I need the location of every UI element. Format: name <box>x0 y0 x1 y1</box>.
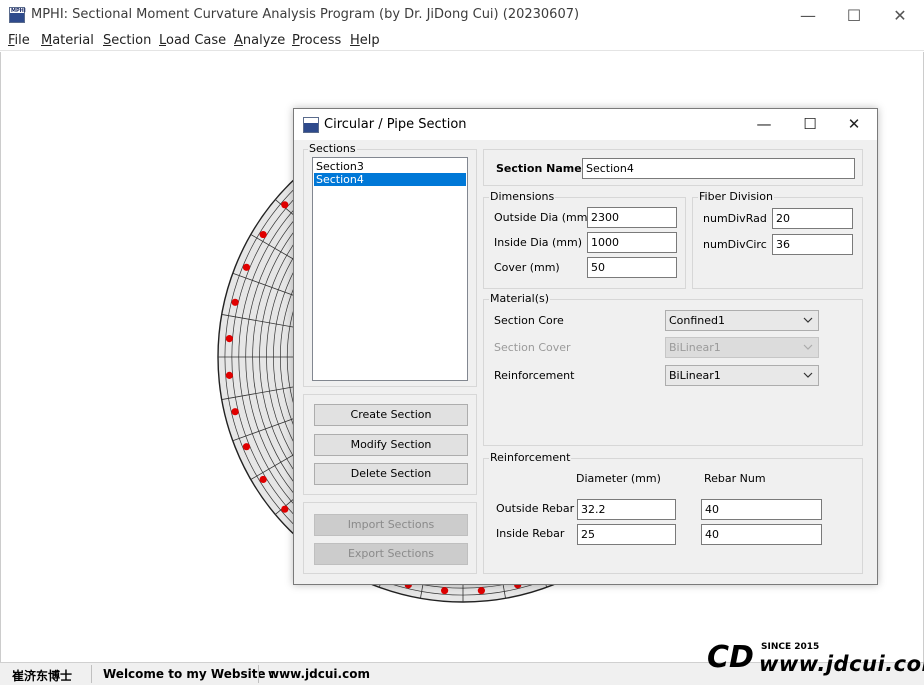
import-export-group: Import Sections Export Sections <box>303 502 477 574</box>
outside-rebar <box>225 371 233 379</box>
outside-rebar <box>259 475 267 484</box>
dialog-title: Circular / Pipe Section <box>324 117 467 132</box>
num-div-circ-label: numDivCirc <box>703 238 767 251</box>
menu-file[interactable]: File <box>8 33 30 48</box>
section-core-select[interactable]: Confined1 <box>665 310 819 331</box>
materials-group-label: Material(s) <box>489 292 551 305</box>
minimize-button[interactable]: — <box>785 0 831 31</box>
outside-rebar <box>441 587 449 595</box>
reinforcement-material-select[interactable]: BiLinear1 <box>665 365 819 386</box>
section-core-value: Confined1 <box>669 314 726 327</box>
outside-rebar-num-input[interactable]: 40 <box>701 499 822 520</box>
dimensions-group: Dimensions Outside Dia (mm) 2300 Inside … <box>483 190 686 289</box>
section-cover-select[interactable]: BiLinear1 <box>665 337 819 358</box>
sections-group-label: Sections <box>308 142 357 155</box>
status-separator <box>258 665 259 683</box>
section-actions-group: Create Section Modify Section Delete Sec… <box>303 394 477 495</box>
reinforcement-group-label: Reinforcement <box>489 451 572 464</box>
outside-rebar <box>242 263 251 271</box>
menu-process[interactable]: Process <box>292 33 341 48</box>
cover-input[interactable]: 50 <box>587 257 677 278</box>
outside-rebar <box>281 201 289 209</box>
close-button[interactable]: ✕ <box>877 0 923 31</box>
logo-since: SINCE 2015 <box>761 642 820 652</box>
inside-rebar-diameter-input[interactable]: 25 <box>577 524 676 545</box>
chevron-down-icon <box>803 372 813 378</box>
section-cover-label: Section Cover <box>494 341 571 354</box>
export-sections-button[interactable]: Export Sections <box>314 543 468 565</box>
create-section-button[interactable]: Create Section <box>314 404 468 426</box>
outside-rebar <box>231 408 239 416</box>
reinforcement-material-value: BiLinear1 <box>669 369 721 382</box>
delete-section-button[interactable]: Delete Section <box>314 463 468 485</box>
maximize-button[interactable]: ☐ <box>831 0 877 31</box>
list-item[interactable]: Section3 <box>314 160 466 173</box>
app-icon: MPHI <box>9 7 26 23</box>
outside-rebar <box>281 505 289 513</box>
inside-dia-input[interactable]: 1000 <box>587 232 677 253</box>
fiber-division-group: Fiber Division numDivRad 20 numDivCirc 3… <box>692 190 863 289</box>
import-sections-button[interactable]: Import Sections <box>314 514 468 536</box>
fiber-division-group-label: Fiber Division <box>698 190 774 203</box>
outside-rebar <box>259 230 267 239</box>
outside-rebar-diameter-input[interactable]: 32.2 <box>577 499 676 520</box>
menu-bar: File Material Section Load Case Analyze … <box>0 31 924 51</box>
menu-load-case[interactable]: Load Case <box>159 33 226 48</box>
outside-rebar <box>231 298 239 306</box>
status-welcome: Welcome to my Website : <box>103 667 275 681</box>
menu-material[interactable]: Material <box>41 33 94 48</box>
list-item-selected[interactable]: Section4 <box>314 173 466 186</box>
section-name-group: Section Name Section4 <box>483 149 863 186</box>
dialog-close-button[interactable]: ✕ <box>831 109 877 140</box>
menu-help[interactable]: Help <box>350 33 380 48</box>
section-name-label: Section Name <box>496 162 582 175</box>
dialog-title-bar: Circular / Pipe Section — ☐ ✕ <box>294 109 877 140</box>
outside-rebar-label: Outside Rebar <box>496 502 575 515</box>
outside-rebar <box>477 587 485 595</box>
cover-label: Cover (mm) <box>494 261 560 274</box>
reinforcement-group: Reinforcement Diameter (mm) Rebar Num Ou… <box>483 451 863 574</box>
sections-group: Sections Section3 Section4 <box>303 142 477 387</box>
main-title-bar: MPHI MPHI: Sectional Moment Curvature An… <box>0 0 924 31</box>
materials-group: Material(s) Section Core Confined1 Secti… <box>483 292 863 446</box>
num-div-circ-input[interactable]: 36 <box>772 234 853 255</box>
chevron-down-icon <box>803 317 813 323</box>
status-separator <box>91 665 92 683</box>
inside-dia-label: Inside Dia (mm) <box>494 236 583 249</box>
menu-analyze[interactable]: Analyze <box>234 33 285 48</box>
sections-listbox[interactable]: Section3 Section4 <box>312 157 468 381</box>
num-div-rad-label: numDivRad <box>703 212 767 225</box>
window-title: MPHI: Sectional Moment Curvature Analysi… <box>31 7 580 22</box>
reinforcement-material-label: Reinforcement <box>494 369 575 382</box>
diameter-column-header: Diameter (mm) <box>576 472 661 485</box>
dimensions-group-label: Dimensions <box>489 190 556 203</box>
section-name-input[interactable]: Section4 <box>582 158 855 179</box>
outside-rebar <box>225 335 233 343</box>
inside-rebar-label: Inside Rebar <box>496 527 565 540</box>
inside-rebar-num-input[interactable]: 40 <box>701 524 822 545</box>
outside-dia-label: Outside Dia (mm) <box>494 211 592 224</box>
menu-section[interactable]: Section <box>103 33 151 48</box>
circular-section-dialog: Circular / Pipe Section — ☐ ✕ Sections S… <box>293 108 878 585</box>
dialog-app-icon <box>303 117 319 133</box>
num-div-rad-input[interactable]: 20 <box>772 208 853 229</box>
logo-url: www.jdcui.com <box>759 652 924 676</box>
logo-mark: CD <box>707 640 754 675</box>
status-website[interactable]: www.jdcui.com <box>268 667 370 681</box>
outside-dia-input[interactable]: 2300 <box>587 207 677 228</box>
section-core-label: Section Core <box>494 314 564 327</box>
section-cover-value: BiLinear1 <box>669 341 721 354</box>
dialog-maximize-button[interactable]: ☐ <box>787 109 833 140</box>
modify-section-button[interactable]: Modify Section <box>314 434 468 456</box>
website-logo: CD SINCE 2015 www.jdcui.com <box>707 640 924 682</box>
rebar-num-column-header: Rebar Num <box>704 472 766 485</box>
chevron-down-icon <box>803 344 813 350</box>
status-author: 崔济东博士 <box>12 669 73 683</box>
outside-rebar <box>242 443 251 451</box>
dialog-minimize-button[interactable]: — <box>741 109 787 140</box>
